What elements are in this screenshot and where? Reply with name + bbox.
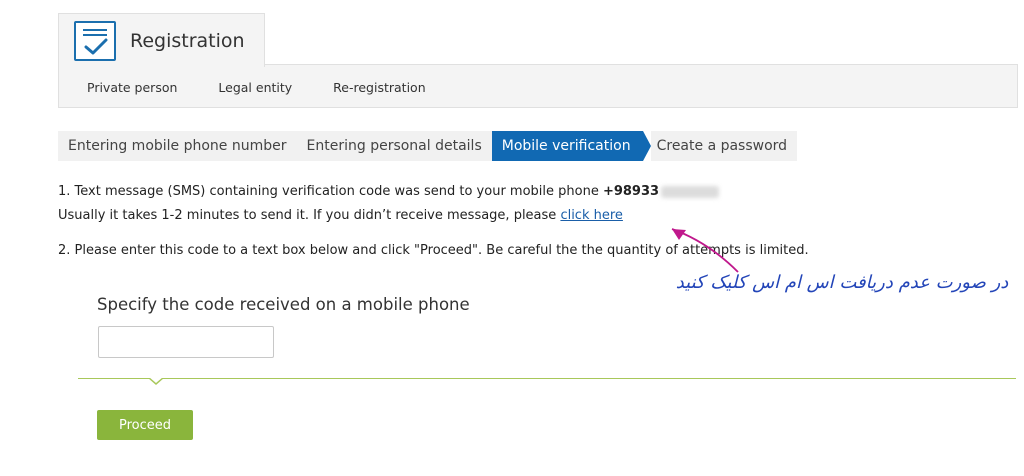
registration-form-icon (74, 20, 116, 61)
registration-subnav: Private person Legal entity Re-registrat… (58, 66, 1018, 108)
verification-code-input[interactable] (98, 326, 274, 358)
annotation-arrow-icon (671, 228, 739, 273)
subnav-private-person[interactable]: Private person (87, 80, 177, 95)
registration-page: Registration Private person Legal entity… (0, 0, 1024, 476)
subnav-legal-entity[interactable]: Legal entity (218, 80, 292, 95)
proceed-button[interactable]: Proceed (97, 410, 193, 440)
resend-code-link[interactable]: click here (560, 208, 622, 223)
registration-steps: Entering mobile phone number Entering pe… (58, 131, 798, 161)
page-title: Registration (130, 29, 245, 52)
phone-number-redacted (661, 185, 720, 198)
divider-notch (148, 377, 164, 385)
resend-message: Usually it takes 1-2 minutes to send it.… (58, 208, 623, 223)
phone-number: +98933 (602, 184, 660, 199)
step-create-password: Create a password (650, 131, 798, 161)
sms-sent-text: 1. Text message (SMS) containing verific… (58, 184, 603, 199)
annotation-text: در صورت عدم دریافت اس ام اس کلیک کنید (675, 272, 1009, 293)
registration-tab: Registration (58, 13, 265, 67)
resend-text: Usually it takes 1-2 minutes to send it.… (58, 208, 561, 223)
step-mobile-number: Entering mobile phone number (58, 131, 297, 161)
step-mobile-verification: Mobile verification (491, 131, 651, 161)
form-divider (78, 378, 1016, 379)
code-field-label: Specify the code received on a mobile ph… (97, 295, 470, 314)
step-personal-details: Entering personal details (296, 131, 492, 161)
subnav-re-registration[interactable]: Re-registration (333, 80, 425, 95)
sms-sent-message: 1. Text message (SMS) containing verific… (58, 184, 720, 199)
